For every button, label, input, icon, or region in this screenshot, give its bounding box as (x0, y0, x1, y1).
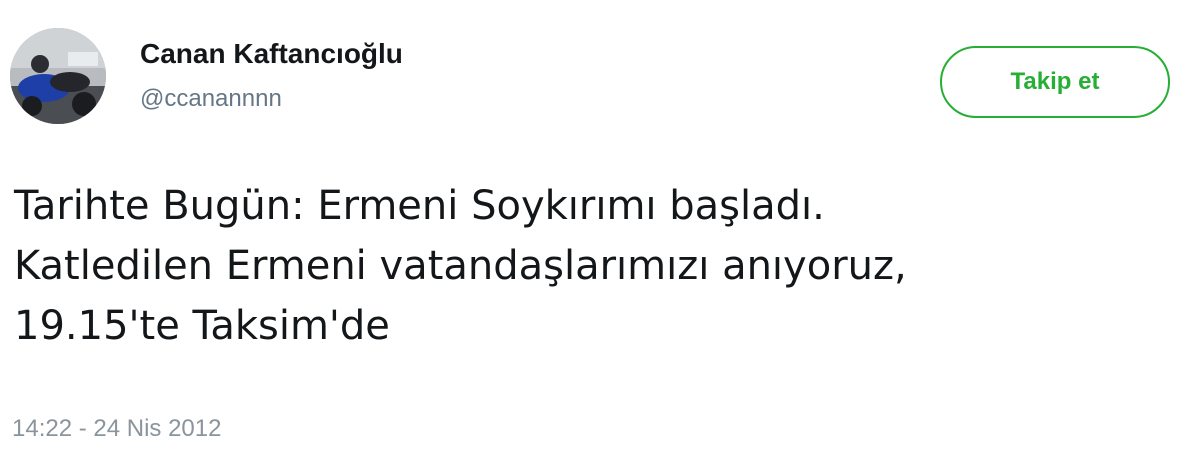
avatar-image (10, 28, 106, 124)
tweet-line: Tarihte Bugün: Ermeni Soykırımı başladı. (14, 183, 825, 229)
tweet-line: 19.15'te Taksim'de (14, 303, 390, 349)
user-names: Canan Kaftancıoğlu @ccanannnn (140, 37, 403, 113)
tweet-header: Canan Kaftancıoğlu @ccanannnn (10, 28, 403, 124)
tweet-timestamp[interactable]: 14:22 - 24 Nis 2012 (12, 414, 221, 444)
user-handle[interactable]: @ccanannnn (140, 85, 403, 113)
tweet-card: Canan Kaftancıoğlu @ccanannnn Takip et T… (0, 0, 1200, 460)
follow-button[interactable]: Takip et (940, 46, 1170, 118)
tweet-line: Katledilen Ermeni vatandaşlarımızı anıyo… (14, 243, 907, 289)
tweet-text: Tarihte Bugün: Ermeni Soykırımı başladı.… (14, 176, 1184, 356)
avatar[interactable] (10, 28, 106, 124)
display-name[interactable]: Canan Kaftancıoğlu (140, 37, 403, 71)
